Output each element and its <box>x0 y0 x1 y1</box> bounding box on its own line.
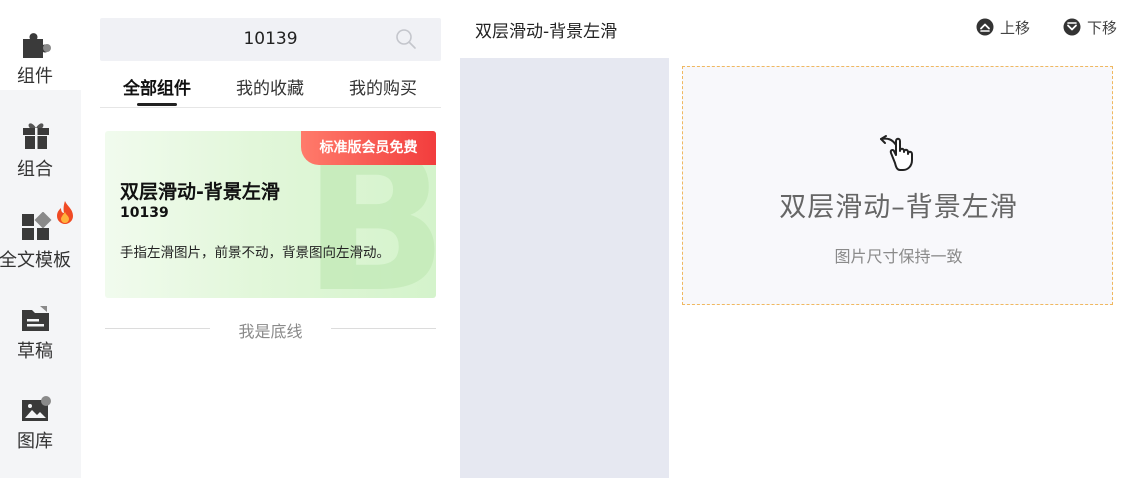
component-tabs: 全部组件 我的收藏 我的购买 <box>100 72 441 108</box>
move-up-button[interactable]: 上移 <box>976 17 1036 39</box>
active-tab-indicator <box>137 103 177 106</box>
arrow-down-circle-icon <box>1063 18 1081 36</box>
canvas-stage: 双层滑动–背景左滑 图片尺寸保持一致 <box>669 58 1130 478</box>
component-preview[interactable]: 双层滑动–背景左滑 图片尺寸保持一致 <box>682 66 1113 305</box>
component-panel: 10139 全部组件 我的收藏 我的购买 B 标准版会员免费 双层滑动-背景左滑… <box>81 0 460 478</box>
rail-item-gallery[interactable]: 图库 <box>0 360 81 452</box>
list-end-divider: 我是底线 <box>105 318 436 341</box>
app-root: 组件 组合 全文模板 草稿 图库 10139 全部组件 我的收藏 我的购买 B … <box>0 0 1130 478</box>
draft-folder-icon <box>22 306 49 331</box>
tab-all-components[interactable]: 全部组件 <box>123 74 191 99</box>
tab-my-purchases[interactable]: 我的购买 <box>349 74 417 99</box>
swipe-left-hand-icon <box>880 135 913 171</box>
rail-label-components: 组件 <box>17 66 53 87</box>
card-description: 手指左滑图片，前景不动，背景图向左滑动。 <box>120 245 390 261</box>
search-input[interactable]: 10139 <box>100 18 441 61</box>
preview-subtitle: 图片尺寸保持一致 <box>834 247 963 266</box>
rail-label-combos: 组合 <box>17 159 53 180</box>
image-gallery-icon <box>22 396 51 421</box>
puzzle-icon <box>23 33 51 58</box>
arrow-up-circle-icon <box>976 18 994 36</box>
search-icon[interactable] <box>395 28 417 50</box>
move-down-button[interactable]: 下移 <box>1063 17 1125 39</box>
fire-icon <box>57 201 73 224</box>
template-grid-icon <box>22 212 52 240</box>
rail-item-components[interactable]: 组件 <box>0 0 81 90</box>
preview-title: 双层滑动–背景左滑 <box>779 192 1018 223</box>
editor-header: 双层滑动-背景左滑 上移 下移 <box>460 0 1130 58</box>
move-up-label: 上移 <box>1000 19 1031 37</box>
search-box[interactable]: 10139 <box>100 18 441 61</box>
move-down-label: 下移 <box>1087 19 1118 37</box>
list-end-text: 我是底线 <box>238 322 303 341</box>
rail-label-templates: 全文模板 <box>0 250 71 271</box>
tab-my-favorites[interactable]: 我的收藏 <box>236 74 304 99</box>
component-card[interactable]: B 标准版会员免费 双层滑动-背景左滑 10139 手指左滑图片，前景不动，背景… <box>105 131 436 298</box>
left-icon-rail: 组件 组合 全文模板 草稿 图库 <box>0 0 81 478</box>
editor-title: 双层滑动-背景左滑 <box>475 22 618 42</box>
divider-line-right <box>331 328 436 329</box>
rail-item-drafts[interactable]: 草稿 <box>0 270 81 362</box>
rail-item-combos[interactable]: 组合 <box>0 90 81 180</box>
rail-label-gallery: 图库 <box>17 431 53 452</box>
gift-icon <box>23 123 49 149</box>
canvas-gutter <box>460 58 669 478</box>
card-id: 10139 <box>120 205 169 221</box>
member-free-badge: 标准版会员免费 <box>301 131 436 165</box>
card-title: 双层滑动-背景左滑 <box>120 181 280 203</box>
editor-area: 双层滑动-背景左滑 上移 下移 双层滑动–背景左滑 图片尺寸保持一致 <box>460 0 1130 478</box>
